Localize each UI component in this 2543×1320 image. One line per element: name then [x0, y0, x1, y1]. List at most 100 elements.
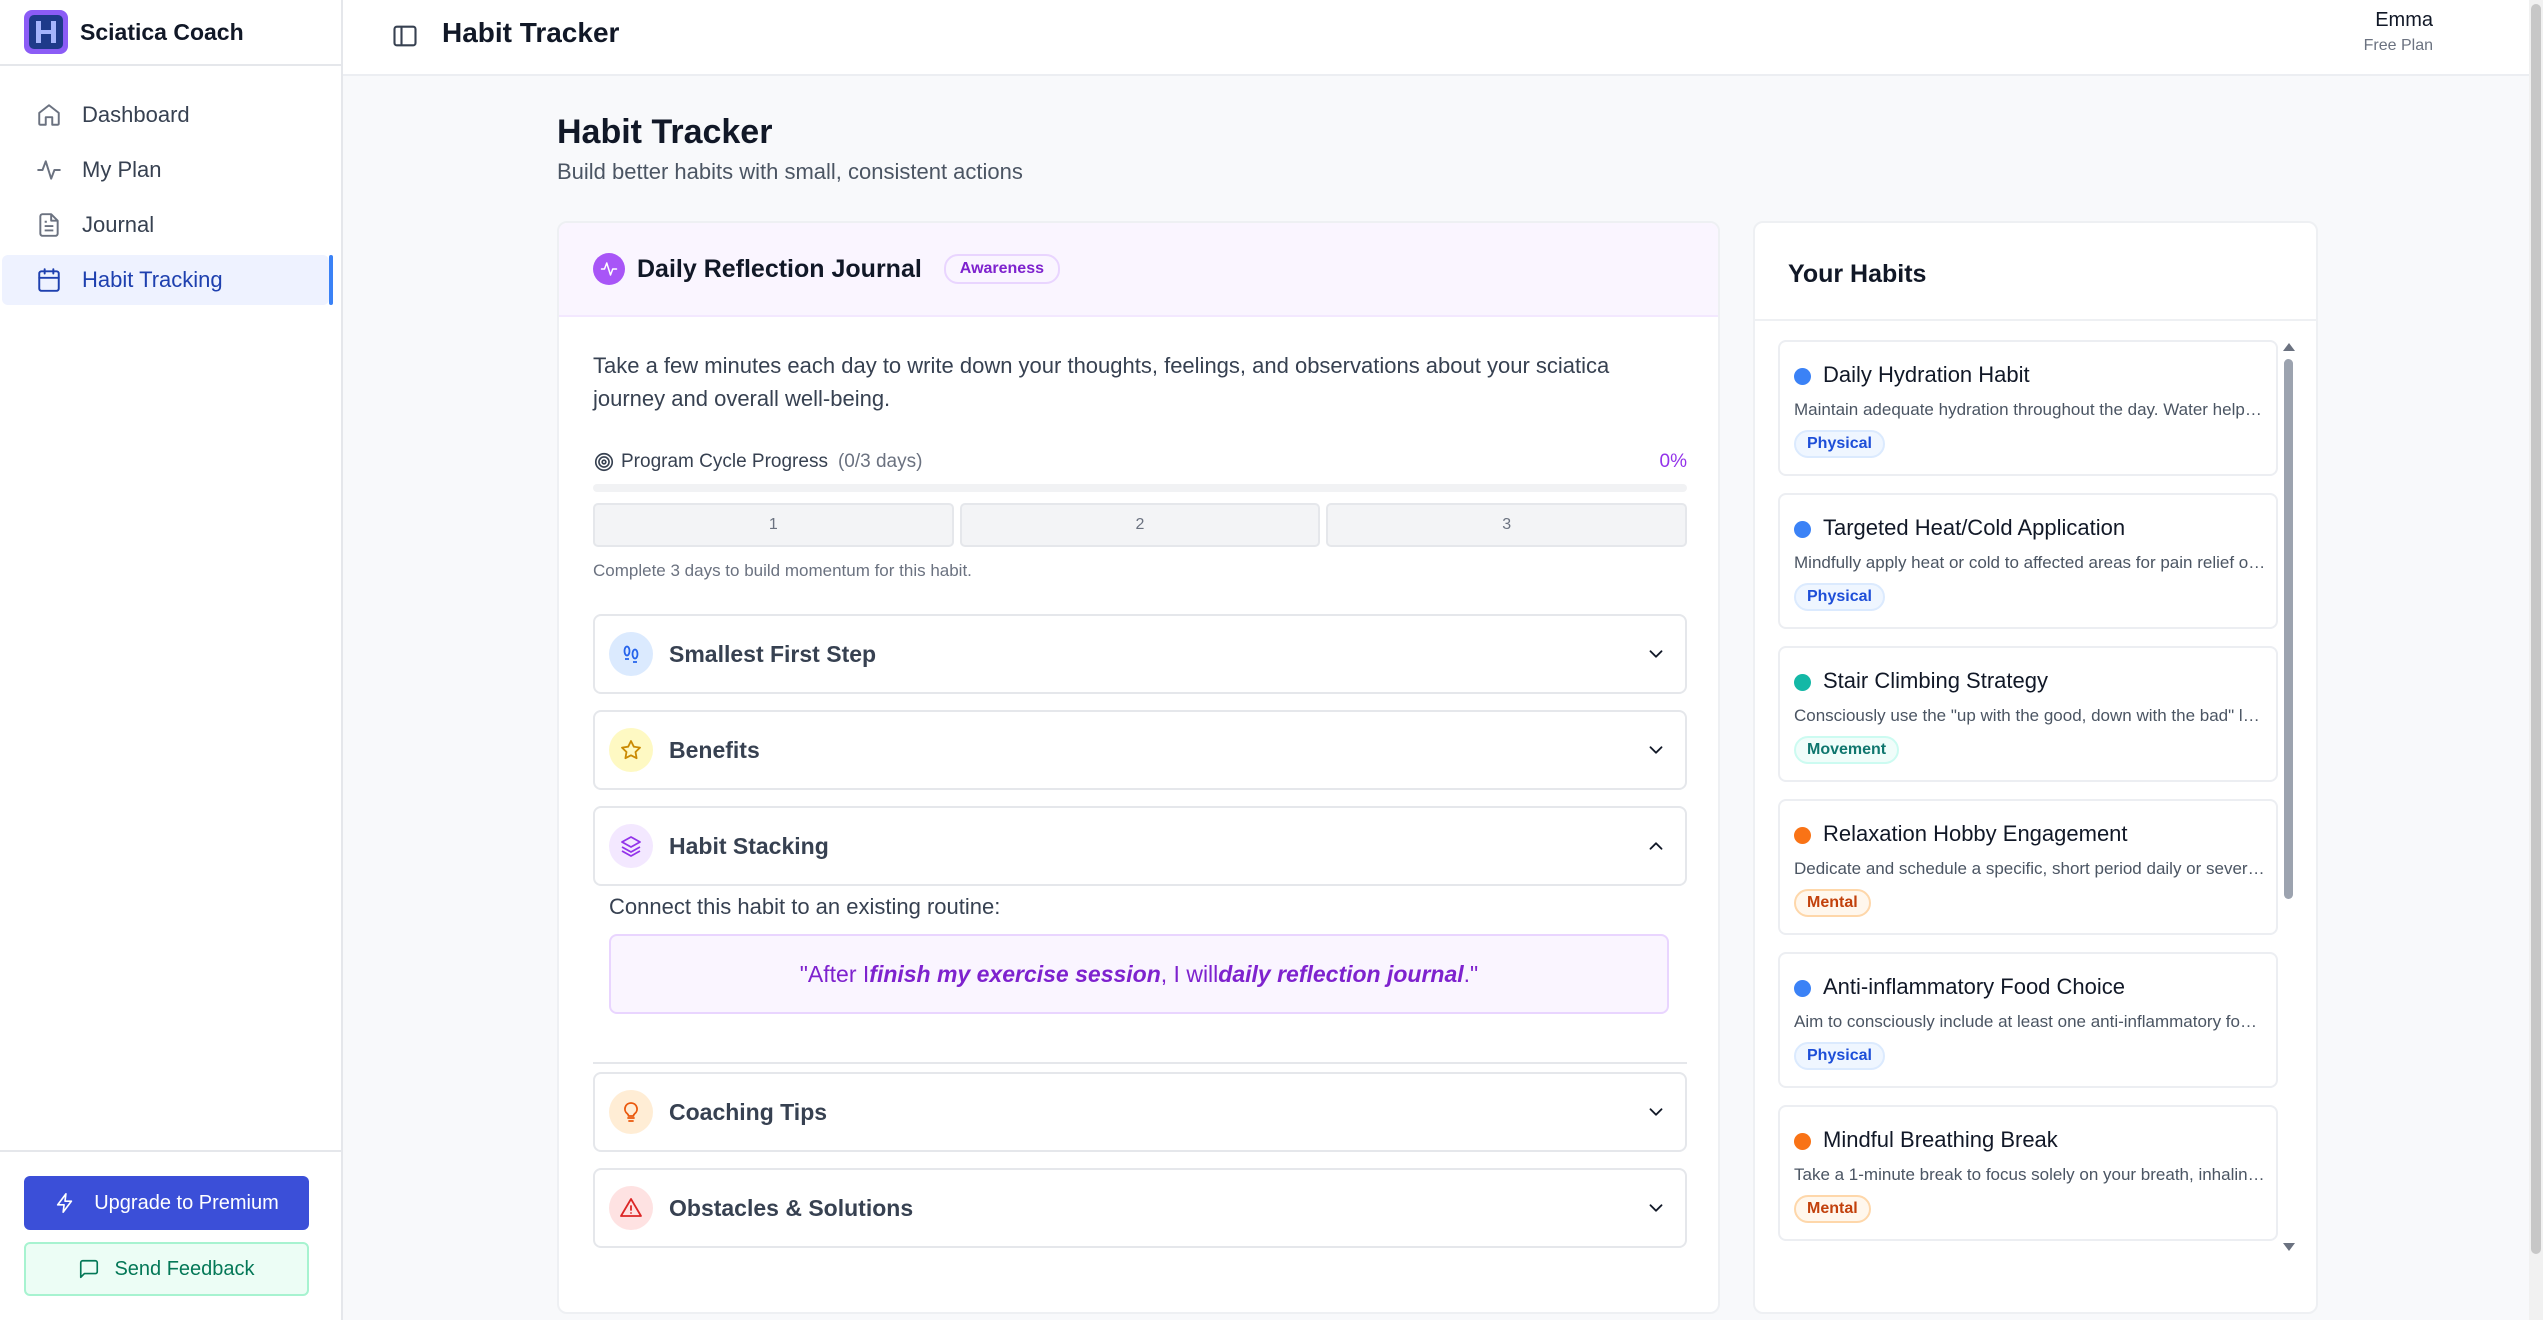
upgrade-label: Upgrade to Premium [94, 1191, 279, 1214]
chevron-down-icon [1645, 1197, 1667, 1219]
habits-scrollbar[interactable] [2281, 343, 2295, 1253]
quote-text: ." [1463, 960, 1479, 987]
accordion-label: Benefits [669, 736, 760, 763]
day-button-1[interactable]: 1 [593, 503, 954, 547]
star-icon [609, 728, 653, 772]
user-plan: Free Plan [2363, 37, 2433, 54]
sidebar-item-my-plan[interactable]: My Plan [2, 145, 329, 195]
app-logo [24, 10, 68, 54]
habit-description: Aim to consciously include at least one … [1794, 1012, 2266, 1031]
habit-name: Daily Hydration Habit [1823, 362, 2030, 387]
sidebar-toggle-icon[interactable] [391, 22, 419, 50]
progress-hint: Complete 3 days to build momentum for th… [593, 561, 972, 580]
habit-description: Mindfully apply heat or cold to affected… [1794, 553, 2266, 572]
scroll-down-arrow-icon[interactable] [2283, 1243, 2295, 1251]
chevron-down-icon [1645, 1101, 1667, 1123]
sidebar-item-label: Dashboard [82, 102, 190, 127]
habit-tag: Movement [1794, 736, 1900, 764]
habit-description: Take a 1-minute break to focus solely on… [1794, 1165, 2266, 1184]
habit-name: Mindful Breathing Break [1823, 1127, 2058, 1152]
habits-scrollbar-thumb[interactable] [2284, 359, 2293, 899]
page-subtitle: Build better habits with small, consiste… [557, 159, 1023, 184]
quote-text: , I will [1160, 960, 1219, 987]
chevron-down-icon [1645, 739, 1667, 761]
habit-description: Maintain adequate hydration throughout t… [1794, 400, 2266, 419]
habit-description: Take a few minutes each day to write dow… [593, 353, 1610, 411]
category-badge: Awareness [943, 254, 1060, 284]
activity-icon [593, 253, 625, 285]
habit-card[interactable]: Stair Climbing Strategy Consciously use … [1778, 646, 2278, 782]
accordion-habit-stacking[interactable]: Habit Stacking [593, 806, 1687, 886]
habit-detail-card: Daily Reflection Journal Awareness Take … [557, 221, 1720, 1314]
habit-tag: Physical [1794, 1042, 1885, 1070]
day-button-3[interactable]: 3 [1326, 503, 1688, 547]
accordion-coaching-tips[interactable]: Coaching Tips [593, 1072, 1687, 1152]
message-icon [78, 1258, 100, 1280]
progress-days: (0/3 days) [837, 451, 923, 472]
habit-tag: Physical [1794, 430, 1885, 458]
lightbulb-icon [609, 1090, 653, 1134]
accordion-smallest-first-step[interactable]: Smallest First Step [593, 614, 1687, 694]
habit-name: Targeted Heat/Cold Application [1823, 515, 2126, 540]
accordion-label: Smallest First Step [669, 640, 877, 667]
progress-header: Program Cycle Progress (0/3 days) 0% [593, 449, 1687, 475]
habit-color-dot [1794, 368, 1811, 385]
sidebar-item-dashboard[interactable]: Dashboard [2, 90, 329, 140]
habit-description: Dedicate and schedule a specific, short … [1794, 859, 2266, 878]
progress-percent: 0% [1659, 451, 1687, 472]
stacking-intro: Connect this habit to an existing routin… [609, 894, 1001, 919]
sidebar-item-label: Habit Tracking [82, 267, 223, 292]
habit-card[interactable]: Targeted Heat/Cold Application Mindfully… [1778, 493, 2278, 629]
habit-tag: Mental [1794, 889, 1871, 917]
stacking-quote: "After I finish my exercise session, I w… [609, 934, 1669, 1014]
header-title: Habit Tracker [442, 17, 620, 48]
footprints-icon [609, 632, 653, 676]
accordion-benefits[interactable]: Benefits [593, 710, 1687, 790]
habit-tag: Mental [1794, 1195, 1871, 1223]
progress-label: Program Cycle Progress [621, 451, 828, 472]
zap-icon [54, 1192, 76, 1214]
page-title: Habit Tracker [557, 113, 773, 151]
accordion-label: Habit Stacking [669, 832, 829, 859]
brand[interactable]: Sciatica Coach [0, 0, 341, 66]
scroll-up-arrow-icon[interactable] [2283, 343, 2295, 351]
accordion-label: Coaching Tips [669, 1098, 828, 1125]
sidebar-item-journal[interactable]: Journal [2, 200, 329, 250]
habit-color-dot [1794, 1133, 1811, 1150]
habit-tag: Physical [1794, 583, 1885, 611]
feedback-label: Send Feedback [114, 1257, 255, 1280]
page-scrollbar[interactable] [2529, 0, 2543, 1320]
alert-triangle-icon [609, 1186, 653, 1230]
calendar-icon [36, 267, 62, 293]
habit-description: Consciously use the "up with the good, d… [1794, 706, 2266, 725]
layers-icon [609, 824, 653, 868]
habit-color-dot [1794, 980, 1811, 997]
panel-title: Your Habits [1788, 260, 1927, 288]
send-feedback-button[interactable]: Send Feedback [24, 1242, 309, 1296]
habit-name: Anti-inflammatory Food Choice [1823, 974, 2126, 999]
habit-color-dot [1794, 521, 1811, 538]
habit-card[interactable]: Relaxation Hobby Engagement Dedicate and… [1778, 799, 2278, 935]
user-name[interactable]: Emma [2375, 9, 2433, 32]
progress-bar [593, 484, 1687, 492]
habit-card[interactable]: Anti-inflammatory Food Choice Aim to con… [1778, 952, 2278, 1088]
habit-name: Stair Climbing Strategy [1823, 668, 2048, 693]
sidebar-item-habit-tracking[interactable]: Habit Tracking [2, 255, 333, 305]
quote-anchor: finish my exercise session [869, 960, 1161, 987]
habit-card[interactable]: Mindful Breathing Break Take a 1-minute … [1778, 1105, 2278, 1241]
day-button-2[interactable]: 2 [959, 503, 1321, 547]
sidebar-nav: Dashboard My Plan Journal Habit Tracking [0, 66, 341, 305]
habit-card[interactable]: Daily Hydration Habit Maintain adequate … [1778, 340, 2278, 476]
accordion-obstacles-solutions[interactable]: Obstacles & Solutions [593, 1168, 1687, 1248]
habit-stacking-content: Connect this habit to an existing routin… [593, 884, 1687, 1064]
sidebar-item-label: Journal [82, 212, 155, 237]
chevron-down-icon [1645, 643, 1667, 665]
page-scrollbar-thumb[interactable] [2531, 4, 2541, 1254]
day-buttons: 1 2 3 [593, 503, 1688, 547]
upgrade-button[interactable]: Upgrade to Premium [24, 1176, 309, 1230]
sidebar-item-label: My Plan [82, 157, 162, 182]
top-bar: Habit Tracker Emma Free Plan [343, 0, 2543, 76]
your-habits-panel: Your Habits Daily Hydration Habit Mainta… [1753, 221, 2318, 1314]
habit-title: Daily Reflection Journal [637, 254, 922, 283]
quote-habit: daily reflection journal [1218, 960, 1464, 987]
